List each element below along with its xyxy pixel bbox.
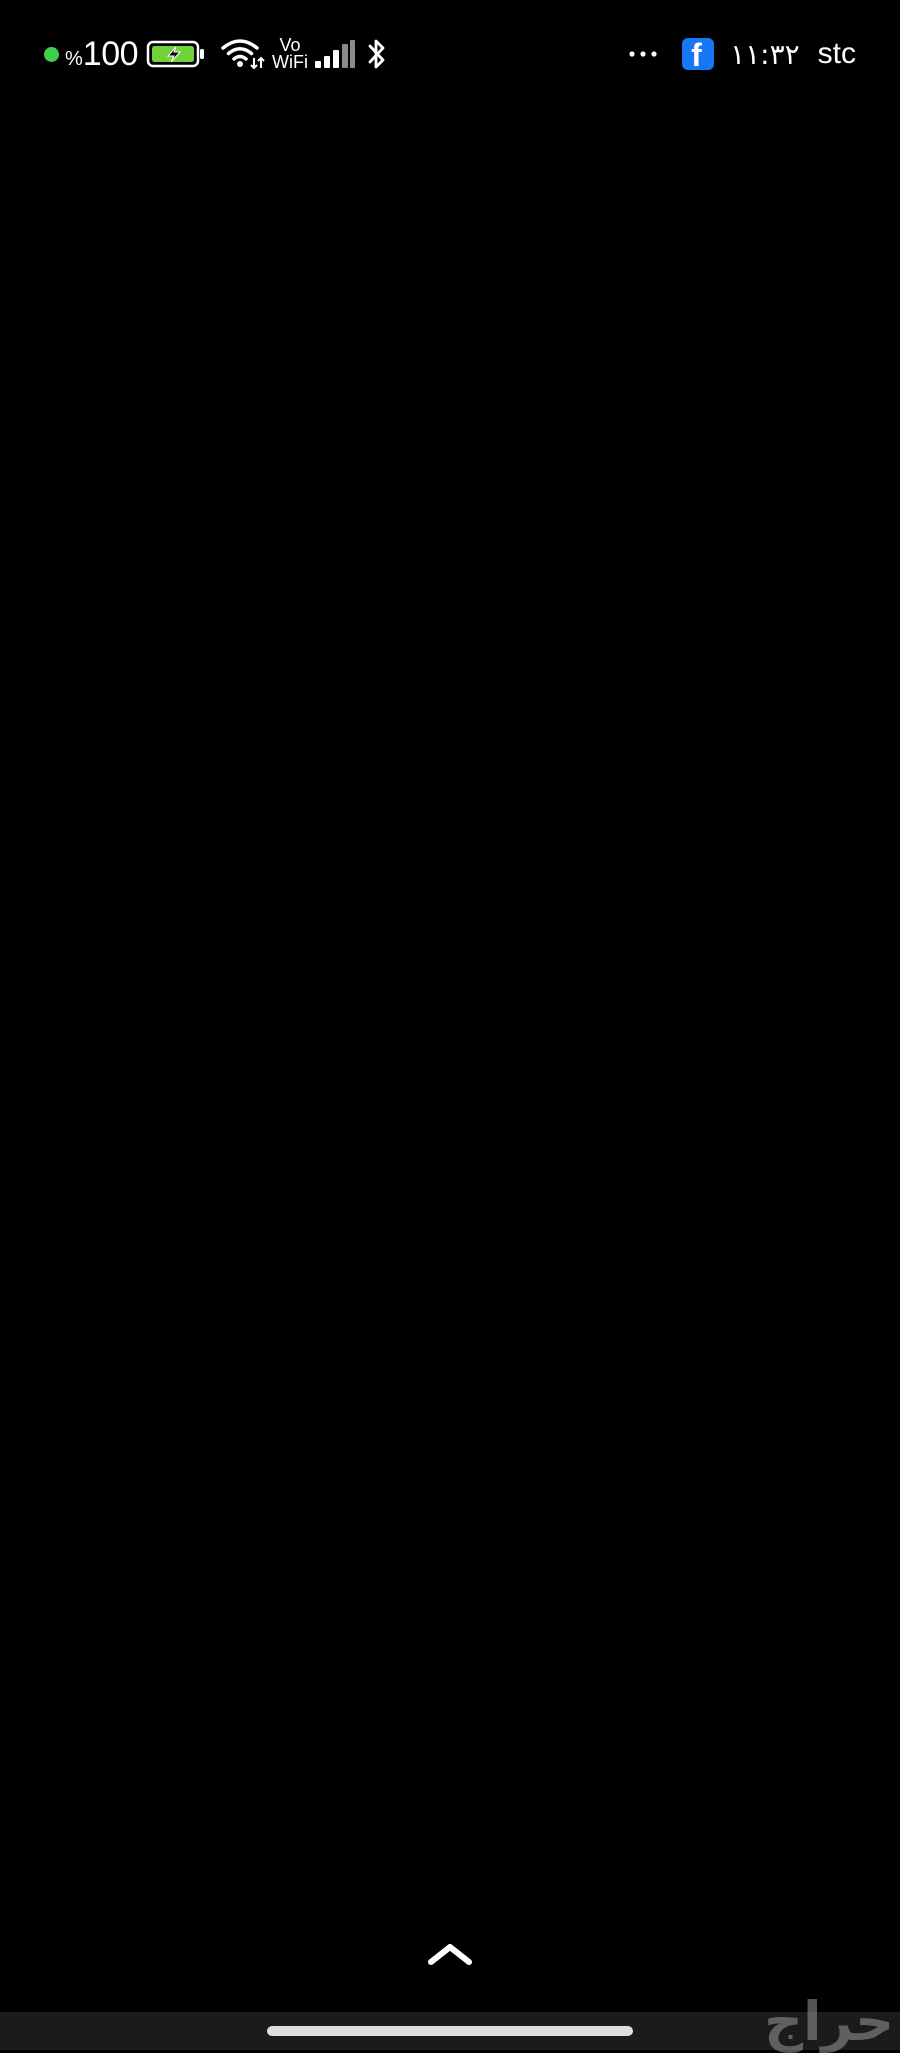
- battery-percent-sign: %: [65, 47, 83, 70]
- vowifi-indicator: Vo WiFi: [272, 36, 309, 72]
- status-bar: % 100 Vo WiFi f ١١:٣٢ stc: [0, 0, 900, 110]
- chevron-up-icon[interactable]: [426, 1940, 474, 1968]
- vowifi-bottom-label: WiFi: [272, 52, 309, 72]
- status-right-group: f ١١:٣٢ stc: [628, 30, 856, 78]
- home-indicator[interactable]: [267, 2026, 633, 2036]
- wifi-icon: [221, 39, 265, 70]
- facebook-icon: f: [682, 37, 715, 73]
- carrier-name: stc: [817, 37, 856, 70]
- watermark-logo: حراج: [764, 1990, 894, 2053]
- battery-charging-icon: [146, 40, 205, 68]
- battery-level: 100: [82, 34, 139, 73]
- signal-icon: [315, 40, 356, 68]
- facebook-letter: f: [691, 37, 702, 73]
- status-left-group: % 100 Vo WiFi: [44, 30, 388, 78]
- privacy-dot: [44, 46, 59, 62]
- blank-screen-area: [0, 110, 900, 1940]
- more-icon: [629, 51, 657, 57]
- bluetooth-icon: [368, 39, 385, 69]
- status-clock: ١١:٣٢: [730, 37, 800, 71]
